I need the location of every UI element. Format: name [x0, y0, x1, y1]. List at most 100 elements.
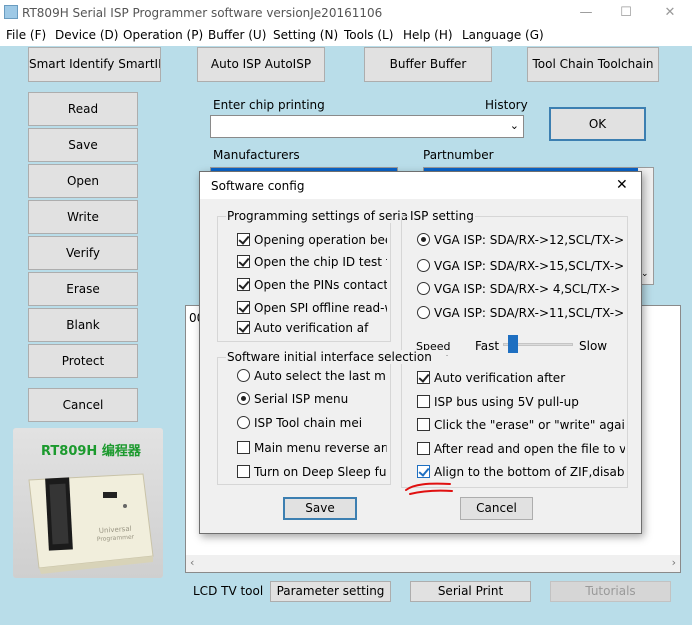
serial-print-button[interactable]: Serial Print: [410, 581, 531, 602]
radio-label: VGA ISP: SDA/RX->15,SCL/TX->12: [434, 259, 625, 273]
radio-label: ISP Tool chain mei: [254, 416, 363, 430]
checkbox-icon[interactable]: [417, 442, 430, 455]
checkbox-label: ISP bus using 5V pull-up: [434, 395, 579, 409]
tutorials-button[interactable]: Tutorials: [550, 581, 671, 602]
checkbox-icon[interactable]: [417, 395, 430, 408]
radio-label: Auto select the last m: [254, 369, 386, 383]
radio-icon[interactable]: [237, 369, 250, 382]
partnumber-label: Partnumber: [423, 148, 494, 162]
checkbox-click-erase-write[interactable]: Click the "erase" or "write" again to: [417, 417, 625, 433]
checkbox-label: Click the "erase" or "write" again to: [434, 418, 625, 432]
protect-button[interactable]: Protect: [28, 344, 138, 378]
radio-auto-select-last[interactable]: Auto select the last m: [237, 368, 387, 384]
scroll-left-icon[interactable]: ‹: [190, 556, 194, 569]
checkbox-label: Auto verification af: [254, 321, 369, 335]
radio-icon[interactable]: [417, 282, 430, 295]
radio-icon[interactable]: [237, 392, 250, 405]
checkbox-icon[interactable]: [417, 418, 430, 431]
parameter-setting-button[interactable]: Parameter setting: [270, 581, 391, 602]
dialog-title-bar: Software config ✕: [200, 172, 641, 199]
history-label: History: [485, 98, 528, 112]
checkbox-icon[interactable]: [237, 441, 250, 454]
chevron-down-icon: ⌄: [509, 119, 519, 132]
close-window-button[interactable]: ✕: [660, 4, 680, 22]
radio-isp-option-1[interactable]: VGA ISP: SDA/RX->12,SCL/TX->15: [417, 232, 625, 248]
radio-isp-tool-chain-menu[interactable]: ISP Tool chain mei: [237, 415, 387, 431]
chip-printing-input[interactable]: ⌄: [210, 115, 524, 138]
save-button[interactable]: Save: [28, 128, 138, 162]
dialog-cancel-button[interactable]: Cancel: [460, 497, 533, 520]
smart-identify-button[interactable]: Smart Identify SmartID: [28, 47, 161, 82]
isp-setting-label: ISP setting: [409, 209, 475, 223]
menu-buffer[interactable]: Buffer (U): [208, 28, 266, 42]
tool-chain-button[interactable]: Tool Chain Toolchain: [527, 47, 659, 82]
cancel-button[interactable]: Cancel: [28, 388, 138, 422]
checkbox-icon[interactable]: [237, 278, 250, 291]
checkbox-icon[interactable]: [237, 233, 250, 246]
checkbox-label: Auto verification after: [434, 371, 566, 385]
checkbox-label: Open SPI offline read-write: [254, 301, 387, 315]
speed-slider-thumb[interactable]: [507, 335, 518, 353]
manufacturers-label: Manufacturers: [213, 148, 300, 162]
title-bar: RT809H Serial ISP Programmer software ve…: [0, 0, 692, 26]
read-button[interactable]: Read: [28, 92, 138, 126]
red-underline-annotation: [405, 482, 453, 495]
speed-slow-label: Slow: [579, 339, 608, 353]
radio-serial-isp-menu[interactable]: Serial ISP menu: [237, 391, 387, 407]
checkbox-opening-beep[interactable]: Opening operation beep: [237, 232, 387, 248]
radio-isp-option-3[interactable]: VGA ISP: SDA/RX-> 4,SCL/TX-> 11: [417, 281, 625, 297]
erase-button[interactable]: Erase: [28, 272, 138, 306]
checkbox-read-open-file[interactable]: After read and open the file to view t: [417, 441, 625, 457]
ok-button[interactable]: OK: [549, 107, 646, 141]
initial-interface-label: Software initial interface selection: [226, 350, 433, 364]
checkbox-icon[interactable]: [417, 371, 430, 384]
checkbox-auto-verification[interactable]: Auto verification af: [237, 320, 387, 336]
radio-icon[interactable]: [417, 259, 430, 272]
checkbox-label: Align to the bottom of ZIF,disable plac: [434, 465, 625, 479]
checkbox-isp-5v-pullup[interactable]: ISP bus using 5V pull-up: [417, 394, 625, 410]
menu-device[interactable]: Device (D): [55, 28, 118, 42]
minimize-button[interactable]: —: [576, 4, 596, 22]
maximize-button[interactable]: ☐: [616, 4, 636, 22]
write-button[interactable]: Write: [28, 200, 138, 234]
scroll-down-icon[interactable]: ⌄: [641, 269, 649, 279]
dialog-save-button[interactable]: Save: [283, 497, 357, 520]
menu-file[interactable]: File (F): [6, 28, 46, 42]
checkbox-icon[interactable]: [237, 255, 250, 268]
menu-help[interactable]: Help (H): [403, 28, 453, 42]
checkbox-label: Turn on Deep Sleep fu: [254, 465, 387, 479]
checkbox-pins-contact-test[interactable]: Open the PINs contact tes: [237, 277, 387, 293]
checkbox-spi-offline[interactable]: Open SPI offline read-write: [237, 300, 387, 316]
checkbox-chip-id-test[interactable]: Open the chip ID test fu: [237, 254, 387, 270]
menu-operation[interactable]: Operation (P): [123, 28, 203, 42]
checkbox-deep-sleep[interactable]: Turn on Deep Sleep fu: [237, 464, 387, 480]
radio-icon[interactable]: [417, 233, 430, 246]
log-horizontal-scrollbar[interactable]: ‹ ›: [186, 555, 680, 572]
checkbox-icon[interactable]: [237, 465, 250, 478]
speed-fast-label: Fast: [475, 339, 500, 353]
menu-language[interactable]: Language (G): [462, 28, 544, 42]
checkbox-icon[interactable]: [417, 465, 430, 478]
checkbox-icon[interactable]: [237, 301, 250, 314]
auto-isp-button[interactable]: Auto ISP AutoISP: [197, 47, 325, 82]
radio-icon[interactable]: [417, 306, 430, 319]
blank-button[interactable]: Blank: [28, 308, 138, 342]
checkbox-icon[interactable]: [237, 321, 250, 334]
dialog-close-icon[interactable]: ✕: [616, 177, 628, 193]
checkbox-label: Main menu reverse arrange: [254, 441, 387, 455]
open-button[interactable]: Open: [28, 164, 138, 198]
buffer-button[interactable]: Buffer Buffer: [364, 47, 492, 82]
scroll-right-icon[interactable]: ›: [672, 556, 676, 569]
lcd-tv-tool-label: LCD TV tool: [193, 584, 264, 598]
verify-button[interactable]: Verify: [28, 236, 138, 270]
menu-tools[interactable]: Tools (L): [344, 28, 393, 42]
checkbox-main-menu-reverse[interactable]: Main menu reverse arrange: [237, 440, 387, 456]
checkbox-isp-auto-verification[interactable]: Auto verification after: [417, 370, 625, 386]
radio-isp-option-4[interactable]: VGA ISP: SDA/RX->11,SCL/TX-> 4: [417, 305, 625, 321]
radio-icon[interactable]: [237, 416, 250, 429]
radio-isp-option-2[interactable]: VGA ISP: SDA/RX->15,SCL/TX->12: [417, 258, 625, 274]
radio-label: Serial ISP menu: [254, 392, 349, 406]
chip-printing-label: Enter chip printing: [213, 98, 325, 112]
menu-setting[interactable]: Setting (N): [273, 28, 338, 42]
window-title: RT809H Serial ISP Programmer software ve…: [22, 6, 383, 20]
